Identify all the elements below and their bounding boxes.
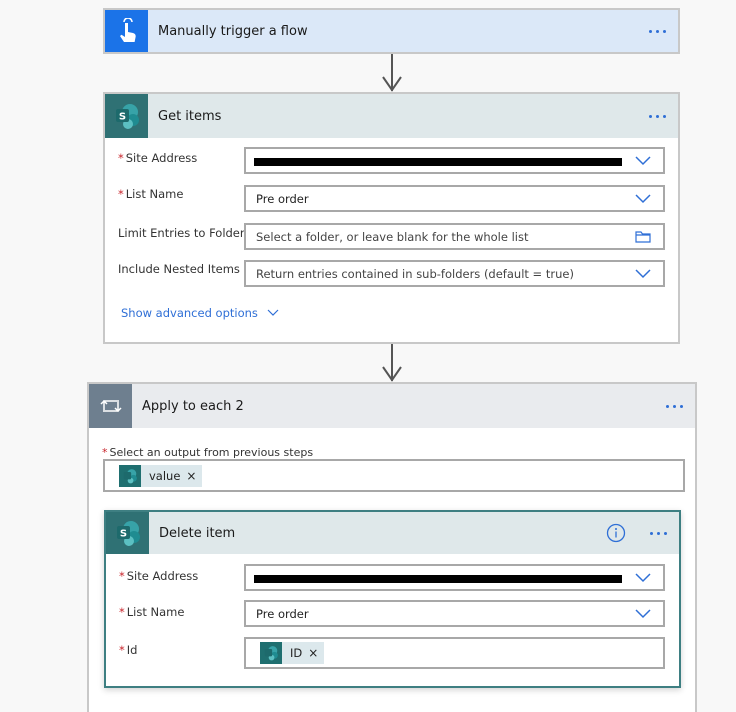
get-items-card[interactable]: S Get items * Site Address * List Name Pre… — [103, 92, 680, 344]
more-options-icon[interactable] — [647, 111, 668, 121]
more-options-icon[interactable] — [648, 528, 669, 538]
delete-item-card[interactable]: S Delete item *Site Address *List Name — [104, 510, 681, 688]
apply-to-each-card[interactable]: Apply to each 2 * Select an output from p… — [87, 382, 697, 712]
sharepoint-icon: S — [106, 512, 149, 554]
sharepoint-icon: S — [105, 94, 148, 138]
token-label: ID — [290, 646, 303, 660]
redacted-value — [254, 158, 622, 166]
apply-to-each-title: Apply to each 2 — [142, 398, 244, 414]
more-options-icon[interactable] — [664, 401, 685, 411]
list-name-dropdown[interactable]: Pre order — [244, 600, 665, 627]
chevron-down-icon[interactable] — [622, 566, 663, 589]
sharepoint-icon — [119, 464, 141, 487]
more-options-icon[interactable] — [647, 26, 668, 36]
token-label: value — [149, 468, 181, 483]
list-name-label: * List Name — [119, 605, 185, 619]
site-address-dropdown[interactable] — [244, 564, 665, 591]
delete-item-header[interactable]: S Delete item — [106, 512, 679, 554]
list-name-dropdown[interactable]: Pre order — [244, 185, 665, 212]
loop-icon — [89, 384, 132, 428]
folder-icon[interactable] — [622, 225, 663, 248]
arrow-down-icon — [382, 76, 402, 92]
sharepoint-icon — [260, 642, 282, 664]
select-output-label: * Select an output from previous steps — [102, 446, 314, 459]
chevron-down-icon[interactable] — [622, 149, 663, 172]
id-input[interactable]: ID × — [244, 637, 665, 669]
chevron-down-icon[interactable] — [622, 262, 663, 285]
svg-text:S: S — [118, 112, 125, 123]
apply-to-each-header[interactable]: Apply to each 2 — [89, 384, 695, 428]
touch-hand-icon — [105, 10, 148, 52]
info-icon[interactable] — [606, 523, 626, 543]
chevron-down-icon[interactable] — [622, 602, 663, 625]
list-name-value: Pre order — [256, 606, 309, 621]
site-address-label: * Site Address — [118, 151, 198, 165]
id-token[interactable]: ID × — [260, 642, 325, 664]
trigger-title: Manually trigger a flow — [158, 23, 308, 39]
redacted-value — [254, 575, 622, 583]
show-advanced-options-link[interactable]: Show advanced options — [121, 306, 279, 320]
site-address-label: * Site Address — [119, 569, 199, 583]
include-nested-dropdown[interactable]: Return entries contained in sub-folders … — [244, 260, 665, 287]
remove-token-icon[interactable]: × — [308, 646, 324, 660]
trigger-card[interactable]: Manually trigger a flow — [103, 8, 680, 54]
include-nested-label: Include Nested Items — [118, 262, 240, 276]
get-items-title: Get items — [158, 108, 222, 124]
delete-item-title: Delete item — [159, 525, 236, 541]
trigger-header[interactable]: Manually trigger a flow — [105, 10, 678, 52]
id-label: * Id — [119, 643, 138, 657]
include-nested-placeholder: Return entries contained in sub-folders … — [256, 266, 574, 281]
get-items-header[interactable]: S Get items — [105, 94, 678, 138]
limit-folder-label: Limit Entries to Folder — [118, 226, 245, 240]
chevron-down-icon — [267, 309, 279, 316]
limit-folder-placeholder: Select a folder, or leave blank for the … — [256, 229, 529, 244]
select-output-input[interactable]: value × — [103, 459, 685, 492]
list-name-label: * List Name — [118, 187, 184, 201]
site-address-dropdown[interactable] — [244, 147, 665, 174]
limit-folder-input[interactable]: Select a folder, or leave blank for the … — [244, 223, 665, 250]
svg-text:S: S — [119, 529, 126, 540]
remove-token-icon[interactable]: × — [186, 469, 202, 483]
list-name-value: Pre order — [256, 191, 309, 206]
chevron-down-icon[interactable] — [622, 187, 663, 210]
value-token[interactable]: value × — [119, 464, 203, 487]
arrow-down-icon — [382, 366, 402, 382]
